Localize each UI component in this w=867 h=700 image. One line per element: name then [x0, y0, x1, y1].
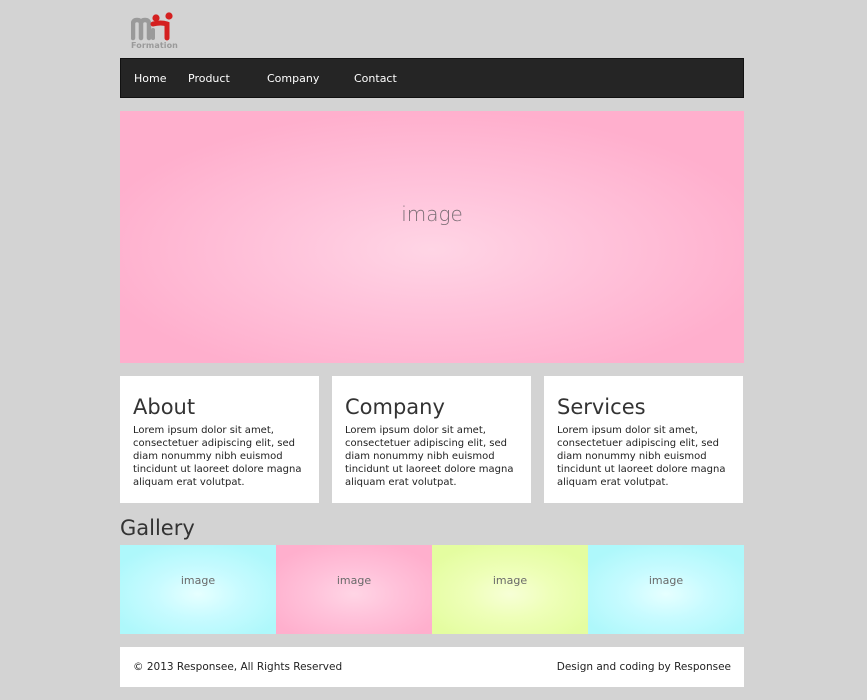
gallery-item-label: image: [336, 574, 372, 587]
card-title: About: [133, 395, 196, 419]
gallery-item-label: image: [648, 574, 684, 587]
nav-item-contact[interactable]: Contact: [354, 72, 397, 85]
hero-image: image: [120, 111, 744, 363]
about-card: About Lorem ipsum dolor sit amet, consec…: [120, 376, 319, 503]
hero-image-label: image: [401, 202, 463, 226]
copyright-text: © 2013 Responsee, All Rights Reserved: [133, 661, 343, 673]
card-text: Lorem ipsum dolor sit amet, consectetuer…: [133, 425, 302, 488]
nav-item-product[interactable]: Product: [188, 72, 230, 85]
nav-item-company[interactable]: Company: [267, 72, 319, 85]
gallery-item[interactable]: image: [588, 545, 744, 634]
card-title: Company: [345, 395, 445, 419]
card-title: Services: [557, 395, 646, 419]
card-text: Lorem ipsum dolor sit amet, consectetuer…: [345, 425, 514, 488]
main-navigation: Home Product Company Contact: [120, 58, 744, 98]
site-logo[interactable]: Formation: [131, 10, 191, 54]
gallery-item[interactable]: image: [432, 545, 588, 634]
nav-item-home[interactable]: Home: [134, 72, 166, 85]
card-text: Lorem ipsum dolor sit amet, consectetuer…: [557, 425, 726, 488]
footer: © 2013 Responsee, All Rights Reserved De…: [120, 647, 744, 687]
gallery-item-label: image: [492, 574, 528, 587]
company-card: Company Lorem ipsum dolor sit amet, cons…: [332, 376, 531, 503]
logo-text: Formation: [131, 41, 178, 50]
mi-logo-icon: [131, 12, 173, 41]
gallery-item[interactable]: image: [120, 545, 276, 634]
services-card: Services Lorem ipsum dolor sit amet, con…: [544, 376, 743, 503]
gallery-item[interactable]: image: [276, 545, 432, 634]
gallery-title: Gallery: [120, 516, 195, 540]
credit-link[interactable]: Design and coding by Responsee: [557, 661, 731, 673]
gallery-item-label: image: [180, 574, 216, 587]
